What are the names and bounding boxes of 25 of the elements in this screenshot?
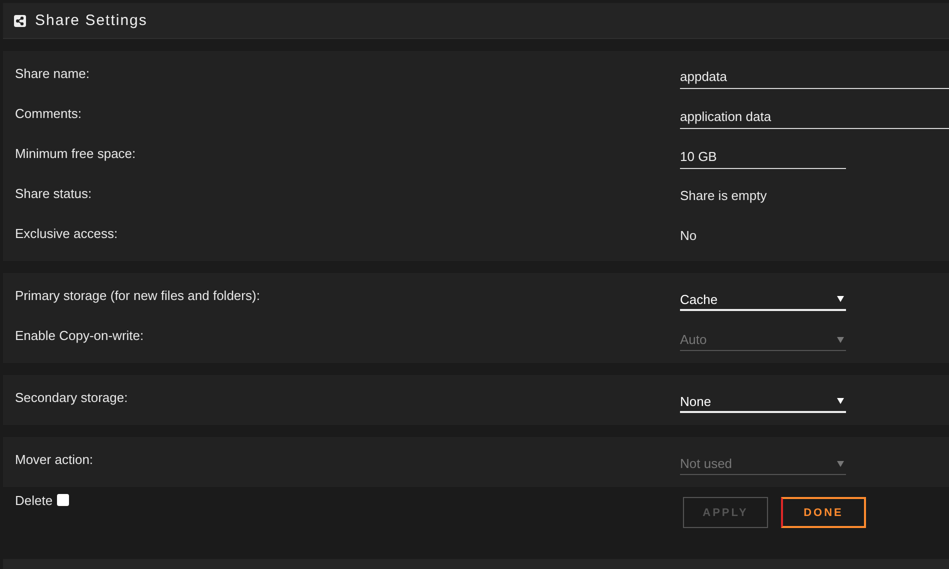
dropdown[interactable]: None — [680, 385, 846, 413]
field-label: Exclusive access: — [14, 225, 119, 241]
value-text: No — [680, 228, 697, 242]
text-field[interactable]: appdata — [680, 61, 949, 89]
value-text: Share is empty — [680, 188, 767, 202]
field-label: Share name: — [14, 65, 90, 81]
panel-title: Share Settings — [35, 12, 148, 29]
done-button[interactable]: DONE — [781, 497, 866, 528]
field-label: Minimum free space: — [14, 145, 137, 161]
share-icon — [14, 14, 26, 26]
delete-checkbox[interactable] — [56, 494, 69, 506]
caret-icon — [837, 336, 844, 342]
delete-label: Delete — [15, 493, 53, 508]
caret-icon — [837, 296, 844, 302]
text-field[interactable]: application data — [680, 101, 949, 129]
field-label: Mover action: — [14, 451, 94, 467]
field-label: Comments: — [14, 105, 82, 121]
text-field[interactable]: 10 GB — [680, 141, 846, 169]
caret-icon — [837, 398, 844, 404]
dropdown[interactable]: Cache — [680, 283, 846, 311]
field-label: Secondary storage: — [14, 389, 129, 405]
caret-icon — [837, 460, 844, 466]
field-label: Primary storage (for new files and folders): — [14, 287, 261, 303]
field-label: Share status: — [14, 185, 93, 201]
field-label: Enable Copy-on-write: — [14, 327, 145, 343]
